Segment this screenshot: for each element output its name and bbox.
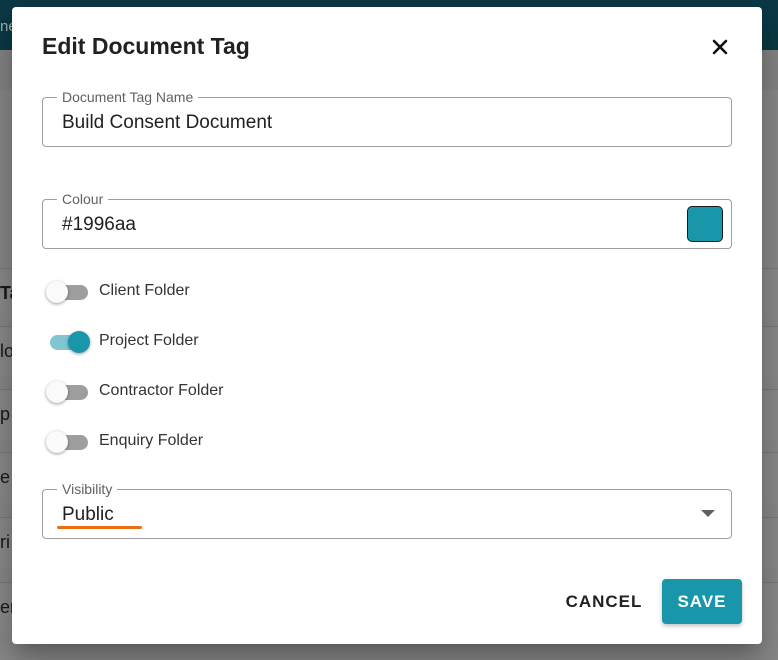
project-folder-toggle-row[interactable]: Project Folder bbox=[46, 327, 346, 357]
project-folder-label: Project Folder bbox=[99, 332, 199, 349]
project-folder-switch-thumb[interactable] bbox=[68, 331, 90, 353]
colour-value[interactable]: #1996aa bbox=[62, 213, 136, 237]
document-tag-name-field[interactable]: Document Tag Name Build Consent Document bbox=[42, 89, 732, 147]
document-tag-name-label: Document Tag Name bbox=[57, 89, 199, 105]
enquiry-folder-toggle-row[interactable]: Enquiry Folder bbox=[46, 427, 346, 457]
edit-document-tag-dialog: Edit Document Tag Document Tag Name Buil… bbox=[12, 7, 762, 644]
contractor-folder-switch-thumb[interactable] bbox=[46, 381, 68, 403]
document-tag-name-value[interactable]: Build Consent Document bbox=[62, 111, 272, 135]
table-cell: e bbox=[0, 467, 11, 487]
enquiry-folder-label: Enquiry Folder bbox=[99, 432, 204, 449]
colour-label: Colour bbox=[57, 191, 109, 207]
visibility-value[interactable]: Public bbox=[62, 503, 114, 527]
visibility-select[interactable]: Visibility Public bbox=[42, 481, 732, 539]
save-button[interactable]: SAVE bbox=[662, 579, 742, 624]
close-icon bbox=[712, 39, 728, 55]
table-cell: p bbox=[0, 404, 11, 424]
visibility-label: Visibility bbox=[57, 481, 118, 497]
dialog-title: Edit Document Tag bbox=[42, 33, 250, 59]
visibility-focus-underline bbox=[57, 526, 142, 529]
client-folder-switch-thumb[interactable] bbox=[46, 281, 68, 303]
contractor-folder-toggle-row[interactable]: Contractor Folder bbox=[46, 377, 346, 407]
table-cell: ri bbox=[0, 532, 10, 552]
cancel-button[interactable]: CANCEL bbox=[554, 584, 654, 620]
contractor-folder-label: Contractor Folder bbox=[99, 382, 224, 399]
colour-swatch[interactable] bbox=[687, 206, 723, 242]
client-folder-toggle-row[interactable]: Client Folder bbox=[46, 277, 346, 307]
enquiry-folder-switch-thumb[interactable] bbox=[46, 431, 68, 453]
client-folder-label: Client Folder bbox=[99, 282, 190, 299]
dropdown-arrow-icon[interactable] bbox=[701, 510, 715, 517]
close-button[interactable] bbox=[706, 33, 734, 61]
colour-field[interactable]: Colour #1996aa bbox=[42, 191, 732, 249]
